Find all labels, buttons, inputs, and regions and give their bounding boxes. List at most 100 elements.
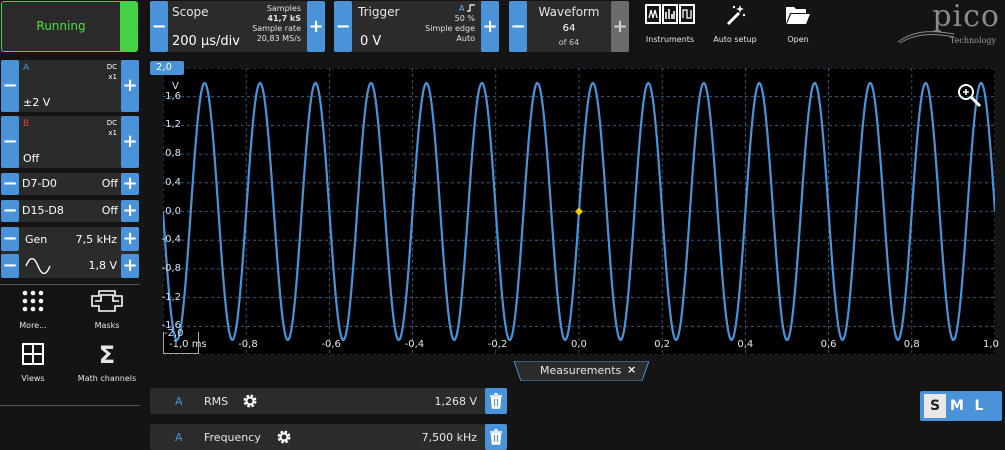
trigger-title: Trigger	[358, 5, 400, 19]
gen-frequency: 7,5 kHz	[75, 233, 117, 246]
digital-d7-d0-increase-button[interactable]: +	[121, 173, 139, 195]
auto-setup-button[interactable]: Auto setup	[706, 4, 764, 44]
folder-icon	[785, 4, 811, 26]
trigger-increase-button[interactable]: +	[481, 1, 499, 52]
waveform-title: Waveform	[538, 5, 600, 19]
delete-measurement-button[interactable]	[485, 388, 507, 414]
waveform-group: − Waveform 64 of 64 +	[509, 1, 629, 52]
close-measurements-icon[interactable]: ×	[627, 363, 636, 376]
timebase-decrease-button[interactable]: −	[150, 1, 168, 52]
gear-icon[interactable]	[276, 429, 292, 449]
gen-label: Gen	[25, 233, 48, 246]
zoom-icon[interactable]	[956, 82, 982, 112]
x-axis-tick-label: -0,8	[238, 339, 258, 350]
x-axis-tick-label: -0,6	[321, 339, 341, 350]
digital-d7-d0-decrease-button[interactable]: −	[1, 173, 19, 195]
y-axis-tick-label: 0,0	[165, 205, 181, 217]
channel-a-panel: − A DC x1 ±2 V +	[1, 60, 139, 112]
samples-value: 41,7 kS	[267, 14, 301, 23]
sigma-icon: Σ	[98, 341, 116, 369]
digital-d15-d8-decrease-button[interactable]: −	[1, 200, 19, 222]
size-small-button[interactable]: S	[924, 394, 946, 418]
waveform-previous-button[interactable]: −	[509, 1, 527, 52]
generator-panel: − Gen 7,5 kHz + − 1,8 V +	[1, 227, 139, 278]
masks-button[interactable]: Masks	[78, 290, 136, 330]
x-axis-tick-label: -0,2	[487, 339, 508, 350]
channel-a-increase-button[interactable]: +	[121, 60, 139, 112]
y-axis-tick-label: 1,6	[165, 90, 181, 102]
channel-b-probe: x1	[108, 129, 117, 137]
trigger-level: 0 V	[360, 34, 382, 49]
channel-a-probe: x1	[108, 73, 117, 81]
run-indicator-bar	[120, 2, 137, 51]
measurement-row[interactable]: A RMS 1,268 V	[150, 388, 507, 414]
trigger-decrease-button[interactable]: −	[334, 1, 352, 52]
delete-measurement-button[interactable]	[485, 424, 507, 450]
channel-b-name: B	[23, 119, 30, 129]
channel-a-decrease-button[interactable]: −	[1, 60, 19, 112]
digital-d7-d0-state: Off	[101, 177, 118, 190]
channel-b-increase-button[interactable]: +	[121, 116, 139, 168]
trigger-percent: 50 %	[454, 14, 475, 23]
gen-ampl-increase-button[interactable]: +	[121, 254, 139, 278]
waveform-next-button[interactable]: +	[611, 1, 629, 52]
gen-freq-increase-button[interactable]: +	[121, 227, 139, 251]
open-button[interactable]: Open	[772, 4, 824, 44]
y-axis-tick-label: 0,4	[165, 176, 181, 188]
scope-title: Scope	[172, 5, 209, 19]
gear-icon[interactable]	[242, 393, 258, 413]
views-grid-icon	[22, 343, 44, 365]
x-axis-tick-label: -1,0 ms	[169, 339, 207, 350]
digital-d15-d8-increase-button[interactable]: +	[121, 200, 139, 222]
grid-dots-icon	[22, 290, 44, 312]
channel-b-decrease-button[interactable]: −	[1, 116, 19, 168]
trash-icon	[490, 429, 502, 449]
pico-logo: pico Technology	[890, 2, 1000, 52]
digital-d7-d0-panel: − D7-D0 Off +	[1, 173, 139, 195]
more-label: More...	[19, 321, 47, 330]
instruments-button[interactable]: Instruments	[640, 4, 700, 44]
gen-freq-decrease-button[interactable]: −	[1, 227, 19, 251]
y-axis-tick-label: 0,8	[165, 148, 181, 160]
instruments-label: Instruments	[645, 35, 695, 44]
run-status-label: Running	[36, 19, 86, 33]
views-button[interactable]: Views	[8, 343, 58, 383]
y-axis-tick-label: 1,2	[165, 119, 181, 131]
mask-icon	[91, 290, 123, 312]
y-axis-tick-label: -1,2	[161, 291, 181, 303]
size-medium-button[interactable]: M	[946, 394, 968, 418]
x-axis-tick-label: 1,0	[983, 339, 999, 350]
scope-plot-area[interactable]	[161, 67, 997, 356]
sample-rate-label: Sample rate	[252, 24, 301, 33]
measurement-name: Frequency	[204, 431, 261, 444]
channel-b-coupling: DC	[106, 119, 117, 127]
logo-swoosh-icon	[897, 31, 955, 44]
measurement-name: RMS	[204, 395, 229, 408]
run-stop-button[interactable]: Running	[1, 1, 138, 52]
trash-icon	[490, 393, 502, 413]
instruments-icon	[643, 4, 697, 26]
gen-ampl-decrease-button[interactable]: −	[1, 254, 19, 278]
channel-b-panel: − B DC x1 Off +	[1, 116, 139, 168]
trigger-group: − Trigger 0 V A 50 % Simple edge Auto +	[334, 1, 499, 52]
waveform-current: 64	[562, 23, 576, 34]
channel-a-coupling: DC	[106, 63, 117, 71]
y-axis-top-label: 2,0	[156, 62, 172, 73]
math-channels-label: Math channels	[77, 374, 137, 383]
measurement-row[interactable]: A Frequency 7,500 kHz	[150, 424, 507, 450]
y-axis-scale-handle[interactable]: 2,0	[150, 61, 184, 75]
channel-a-range: ±2 V	[23, 96, 51, 109]
measurement-value: 7,500 kHz	[421, 431, 477, 444]
y-axis-tick-label: -0,8	[161, 262, 181, 274]
open-label: Open	[787, 35, 809, 44]
measurements-tab[interactable]: Measurements ×	[514, 361, 649, 381]
left-divider-bottom	[0, 405, 140, 406]
rising-edge-icon	[467, 4, 475, 12]
math-channels-button[interactable]: Σ Math channels	[72, 343, 142, 383]
y-axis-bottom-label: -2,0	[164, 328, 184, 339]
timebase-increase-button[interactable]: +	[307, 1, 325, 52]
size-large-button[interactable]: L	[968, 394, 990, 418]
more-button[interactable]: More...	[8, 290, 58, 330]
x-axis-tick-label: 0,0	[571, 339, 587, 350]
trigger-channel: A	[458, 4, 465, 13]
